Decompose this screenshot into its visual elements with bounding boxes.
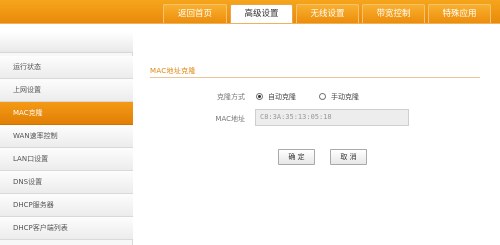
sidebar-item-running-status[interactable]: 运行状态 xyxy=(0,56,133,79)
manual-clone-radio[interactable] xyxy=(319,93,326,100)
cancel-button[interactable]: 取 消 xyxy=(330,149,367,165)
sidebar-item-dns-settings[interactable]: DNS设置 xyxy=(0,171,133,194)
sidebar-item-dhcp-client-list[interactable]: DHCP客户端列表 xyxy=(0,217,133,240)
sidebar-item-dhcp-server[interactable]: DHCP服务器 xyxy=(0,194,133,217)
mac-address-label: MAC地址 xyxy=(215,115,245,123)
auto-clone-radio[interactable] xyxy=(256,93,263,100)
sidebar-item-lan-settings[interactable]: LAN口设置 xyxy=(0,148,133,171)
tab-home[interactable]: 返回首页 xyxy=(163,4,227,23)
sidebar-item-wan-rate-control[interactable]: WAN速率控制 xyxy=(0,125,133,148)
section-divider xyxy=(150,77,480,78)
section-title: MAC地址克隆 xyxy=(150,67,196,75)
tab-wireless-settings[interactable]: 无线设置 xyxy=(296,4,359,23)
tab-bandwidth-control[interactable]: 带宽控制 xyxy=(362,4,425,23)
tab-advanced-settings[interactable]: 高级设置 xyxy=(230,4,293,23)
top-header-bar: 返回首页 高级设置 无线设置 带宽控制 特殊应用 xyxy=(0,0,500,23)
sidebar: 运行状态 上网设置 MAC克隆 WAN速率控制 LAN口设置 DNS设置 DHC… xyxy=(0,32,133,245)
sidebar-item-mac-clone[interactable]: MAC克隆 xyxy=(0,102,133,125)
mac-address-field[interactable]: C8:3A:35:13:05:18 xyxy=(255,109,409,126)
confirm-button[interactable]: 确 定 xyxy=(278,149,315,165)
clone-mode-label: 克隆方式 xyxy=(217,93,245,101)
manual-clone-label[interactable]: 手动克隆 xyxy=(331,92,359,102)
tab-special-applications[interactable]: 特殊应用 xyxy=(428,4,491,23)
auto-clone-label[interactable]: 自动克隆 xyxy=(268,92,296,102)
sidebar-header xyxy=(0,32,133,53)
top-nav: 返回首页 高级设置 无线设置 带宽控制 特殊应用 xyxy=(163,4,494,23)
header-divider xyxy=(0,23,500,24)
sidebar-item-internet-settings[interactable]: 上网设置 xyxy=(0,79,133,102)
router-admin-page: 返回首页 高级设置 无线设置 带宽控制 特殊应用 运行状态 上网设置 MAC克隆… xyxy=(0,0,500,245)
